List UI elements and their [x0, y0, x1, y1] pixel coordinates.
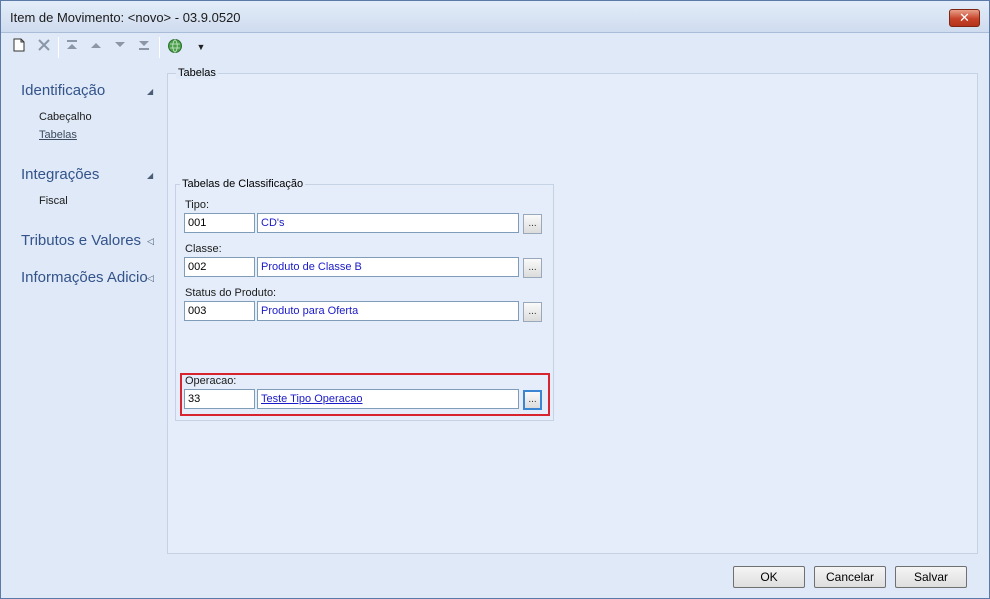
- save-button[interactable]: Salvar: [895, 566, 967, 588]
- toolbar: ▼: [1, 34, 989, 60]
- expanded-arrow-icon[interactable]: ◢: [147, 87, 153, 96]
- last-record-icon[interactable]: [135, 38, 153, 56]
- status-produto-code-input[interactable]: [184, 301, 255, 321]
- classe-lookup-button[interactable]: ...: [523, 258, 542, 278]
- tipo-lookup-button[interactable]: ...: [523, 214, 542, 234]
- sidebar-item-tabelas[interactable]: Tabelas: [39, 129, 77, 141]
- expanded-arrow-icon[interactable]: ◢: [147, 171, 153, 180]
- operacao-lookup-button[interactable]: ...: [523, 390, 542, 410]
- sidebar-section-integracoes[interactable]: Integrações: [21, 166, 99, 183]
- next-record-icon[interactable]: [111, 38, 129, 56]
- status-produto-label: Status do Produto:: [185, 287, 277, 299]
- title-bar: Item de Movimento: <novo> - 03.9.0520 ✕: [1, 1, 989, 33]
- operacao-description-input[interactable]: [257, 389, 519, 409]
- cancel-button[interactable]: Cancelar: [814, 566, 886, 588]
- sidebar-section-identificacao[interactable]: Identificação: [21, 82, 105, 99]
- globe-icon[interactable]: [166, 38, 184, 56]
- toolbar-separator: [159, 37, 160, 58]
- classificacao-group-label: Tabelas de Classificação: [180, 178, 306, 190]
- classe-label: Classe:: [185, 243, 222, 255]
- collapsed-arrow-icon[interactable]: ◁: [147, 236, 154, 247]
- window-title: Item de Movimento: <novo> - 03.9.0520: [10, 10, 241, 25]
- status-produto-lookup-button[interactable]: ...: [523, 302, 542, 322]
- collapsed-arrow-icon[interactable]: ◁: [147, 273, 154, 284]
- status-produto-description-input[interactable]: [257, 301, 519, 321]
- classe-description-input[interactable]: [257, 257, 519, 277]
- sidebar-section-informacoes[interactable]: Informações Adicio: [21, 269, 148, 286]
- sidebar-item-fiscal[interactable]: Fiscal: [39, 195, 68, 207]
- sidebar-item-cabecalho[interactable]: Cabeçalho: [39, 111, 92, 123]
- first-record-icon[interactable]: [63, 38, 81, 56]
- dialog-window: Item de Movimento: <novo> - 03.9.0520 ✕ …: [0, 0, 990, 599]
- classe-code-input[interactable]: [184, 257, 255, 277]
- operacao-label: Operacao:: [185, 375, 237, 387]
- ok-button[interactable]: OK: [733, 566, 805, 588]
- toolbar-separator: [58, 37, 59, 58]
- operacao-code-input[interactable]: [184, 389, 255, 409]
- close-icon: ✕: [959, 10, 970, 25]
- tabelas-panel-label: Tabelas: [176, 67, 218, 79]
- dropdown-arrow-icon[interactable]: ▼: [192, 38, 210, 56]
- new-document-icon[interactable]: [10, 38, 28, 56]
- tipo-description-input[interactable]: [257, 213, 519, 233]
- previous-record-icon[interactable]: [87, 38, 105, 56]
- close-button[interactable]: ✕: [949, 9, 980, 27]
- delete-icon[interactable]: [35, 38, 53, 56]
- tipo-code-input[interactable]: [184, 213, 255, 233]
- sidebar-section-tributos[interactable]: Tributos e Valores: [21, 232, 141, 249]
- sidebar: Identificação ◢ Cabeçalho Tabelas Integr…: [1, 61, 165, 561]
- tipo-label: Tipo:: [185, 199, 210, 211]
